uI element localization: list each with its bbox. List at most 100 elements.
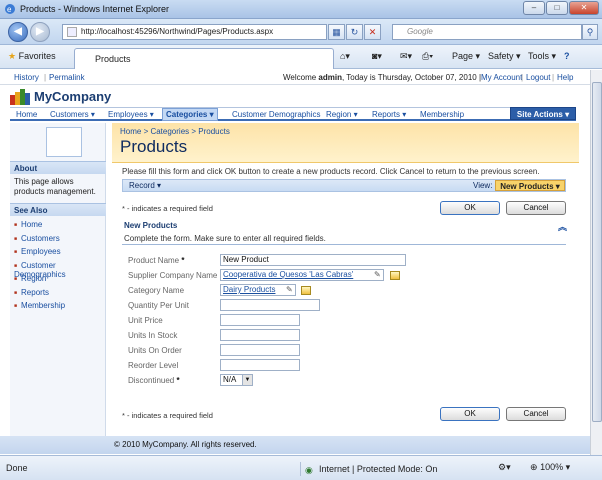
minimize-button[interactable]: – bbox=[523, 1, 545, 15]
page-menu[interactable]: Page ▾ bbox=[452, 51, 480, 62]
status-bar: Done ◉ Internet | Protected Mode: On ⚙▾ … bbox=[0, 455, 602, 480]
ok-button-top[interactable]: OK bbox=[440, 201, 500, 215]
navigation-bar: ◀ ▶ http://localhost:45296/Northwind/Pag… bbox=[0, 19, 602, 45]
units-on-order-input[interactable] bbox=[220, 344, 300, 356]
quantity-per-unit-input[interactable] bbox=[220, 299, 320, 311]
reorder-level-input[interactable] bbox=[220, 359, 300, 371]
address-bar[interactable]: http://localhost:45296/Northwind/Pages/P… bbox=[62, 24, 327, 40]
cancel-button-bottom[interactable]: Cancel bbox=[506, 407, 566, 421]
sidebar-link-region[interactable]: Region bbox=[14, 274, 46, 283]
page-header: Home > Categories > Products Products bbox=[112, 123, 579, 163]
my-account-link[interactable]: My Account bbox=[481, 70, 522, 85]
close-button[interactable]: ✕ bbox=[569, 1, 599, 15]
label-category-name: Category Name bbox=[128, 286, 185, 295]
category-lookup[interactable]: Dairy Products bbox=[220, 284, 296, 296]
company-logo-icon bbox=[10, 89, 30, 105]
compat-view-button[interactable]: ▦ bbox=[328, 24, 345, 40]
label-quantity-per-unit: Quantity Per Unit bbox=[128, 301, 189, 310]
sidebar-link-employees[interactable]: Employees bbox=[14, 247, 61, 256]
label-units-in-stock: Units In Stock bbox=[128, 331, 178, 340]
mail-icon[interactable]: ✉▾ bbox=[400, 51, 412, 62]
user-name: admin bbox=[318, 73, 342, 82]
menu-reports[interactable]: Reports ▾ bbox=[372, 110, 406, 119]
security-zone[interactable]: ◉ Internet | Protected Mode: On bbox=[300, 462, 437, 476]
sidebar-link-reports[interactable]: Reports bbox=[14, 288, 49, 297]
sidebar: About This page allows products manageme… bbox=[10, 123, 106, 443]
menu-customer-demographics[interactable]: Customer Demographics bbox=[232, 110, 320, 119]
page-title: Products bbox=[120, 137, 188, 156]
ok-button-bottom[interactable]: OK bbox=[440, 407, 500, 421]
print-icon[interactable]: ⎙▾ bbox=[422, 51, 433, 62]
label-units-on-order: Units On Order bbox=[128, 346, 182, 355]
sidebar-link-membership[interactable]: Membership bbox=[14, 301, 65, 310]
window-title: Products - Windows Internet Explorer bbox=[20, 4, 170, 14]
help-link[interactable]: Help bbox=[557, 70, 573, 85]
browser-tab[interactable]: Products bbox=[74, 48, 334, 69]
address-url: http://localhost:45296/Northwind/Pages/P… bbox=[81, 27, 274, 36]
view-selector[interactable]: New Products ▾ bbox=[495, 180, 565, 191]
company-name: MyCompany bbox=[34, 89, 112, 104]
history-link[interactable]: History bbox=[14, 70, 39, 85]
tab-title: Products bbox=[95, 54, 131, 64]
favorites-button[interactable]: ★ Favorites bbox=[8, 51, 56, 62]
record-menu[interactable]: Record ▾ bbox=[129, 180, 161, 191]
page-description: Please fill this form and click OK butto… bbox=[122, 167, 540, 176]
menu-customers[interactable]: Customers ▾ bbox=[50, 110, 95, 119]
back-button[interactable]: ◀ bbox=[8, 22, 28, 42]
permalink-link[interactable]: Permalink bbox=[49, 70, 85, 85]
forward-button[interactable]: ▶ bbox=[30, 22, 50, 42]
supplier-new-icon[interactable] bbox=[390, 271, 400, 280]
status-options-icon[interactable]: ⚙▾ bbox=[498, 462, 511, 473]
category-clear-icon[interactable]: ✎ bbox=[286, 285, 296, 295]
menu-region[interactable]: Region ▾ bbox=[326, 110, 358, 119]
label-supplier-company-name: Supplier Company Name bbox=[128, 271, 218, 280]
stop-button[interactable]: ✕ bbox=[364, 24, 381, 40]
sidebar-link-home[interactable]: Home bbox=[14, 220, 42, 229]
menu-home[interactable]: Home bbox=[16, 110, 37, 119]
feeds-icon[interactable]: ◙▾ bbox=[372, 51, 382, 62]
brand-row: MyCompany bbox=[0, 86, 590, 108]
zoom-control[interactable]: ⊕ 100% ▾ bbox=[530, 462, 570, 473]
supplier-lookup[interactable]: Cooperativa de Quesos 'Las Cabras' bbox=[220, 269, 384, 281]
svg-text:e: e bbox=[7, 5, 12, 14]
refresh-button[interactable]: ↻ bbox=[346, 24, 363, 40]
window-titlebar: e Products - Windows Internet Explorer –… bbox=[0, 0, 602, 19]
ie-icon: e bbox=[5, 4, 15, 14]
product-name-input[interactable]: New Product bbox=[220, 254, 406, 266]
top-links: History | Permalink Welcome admin, Today… bbox=[0, 70, 590, 85]
see-also-heading: See Also bbox=[10, 203, 106, 216]
scrollbar-thumb[interactable] bbox=[592, 82, 602, 422]
maximize-button[interactable]: □ bbox=[546, 1, 568, 15]
sidebar-picture-icon bbox=[46, 127, 82, 157]
units-in-stock-input[interactable] bbox=[220, 329, 300, 341]
supplier-clear-icon[interactable]: ✎ bbox=[374, 270, 384, 280]
discontinued-select[interactable]: N/A ▼ bbox=[220, 374, 253, 386]
sidebar-link-customers[interactable]: Customers bbox=[14, 234, 60, 243]
menu-categories[interactable]: Categories ▾ bbox=[162, 108, 218, 121]
site-actions-menu[interactable]: Site Actions ▾ bbox=[510, 107, 576, 120]
vertical-scrollbar[interactable] bbox=[590, 70, 602, 455]
category-new-icon[interactable] bbox=[301, 286, 311, 295]
section-title: New Products bbox=[124, 221, 178, 230]
unit-price-input[interactable] bbox=[220, 314, 300, 326]
menu-membership[interactable]: Membership bbox=[420, 110, 464, 119]
star-icon: ★ bbox=[8, 51, 17, 61]
logout-link[interactable]: Logout bbox=[526, 70, 550, 85]
label-product-name: Product Name * bbox=[128, 256, 185, 265]
search-icon[interactable]: ⚲ bbox=[582, 24, 598, 40]
label-discontinued: Discontinued * bbox=[128, 376, 180, 385]
welcome-text: Welcome admin, Today is Thursday, Octobe… bbox=[283, 73, 482, 82]
help-icon[interactable]: ? bbox=[564, 51, 570, 61]
view-label: View: bbox=[473, 181, 493, 190]
search-placeholder: Google bbox=[407, 27, 433, 36]
home-icon[interactable]: ⌂▾ bbox=[340, 51, 350, 62]
safety-menu[interactable]: Safety ▾ bbox=[488, 51, 521, 62]
about-heading: About bbox=[10, 161, 106, 174]
cancel-button-top[interactable]: Cancel bbox=[506, 201, 566, 215]
tools-menu[interactable]: Tools ▾ bbox=[528, 51, 556, 62]
search-input[interactable]: Google bbox=[392, 24, 582, 40]
required-note-top: * - indicates a required field bbox=[122, 204, 213, 213]
breadcrumb[interactable]: Home > Categories > Products bbox=[120, 127, 230, 136]
collapse-chevron-icon[interactable]: ︽ bbox=[558, 220, 567, 233]
menu-employees[interactable]: Employees ▾ bbox=[108, 110, 154, 119]
